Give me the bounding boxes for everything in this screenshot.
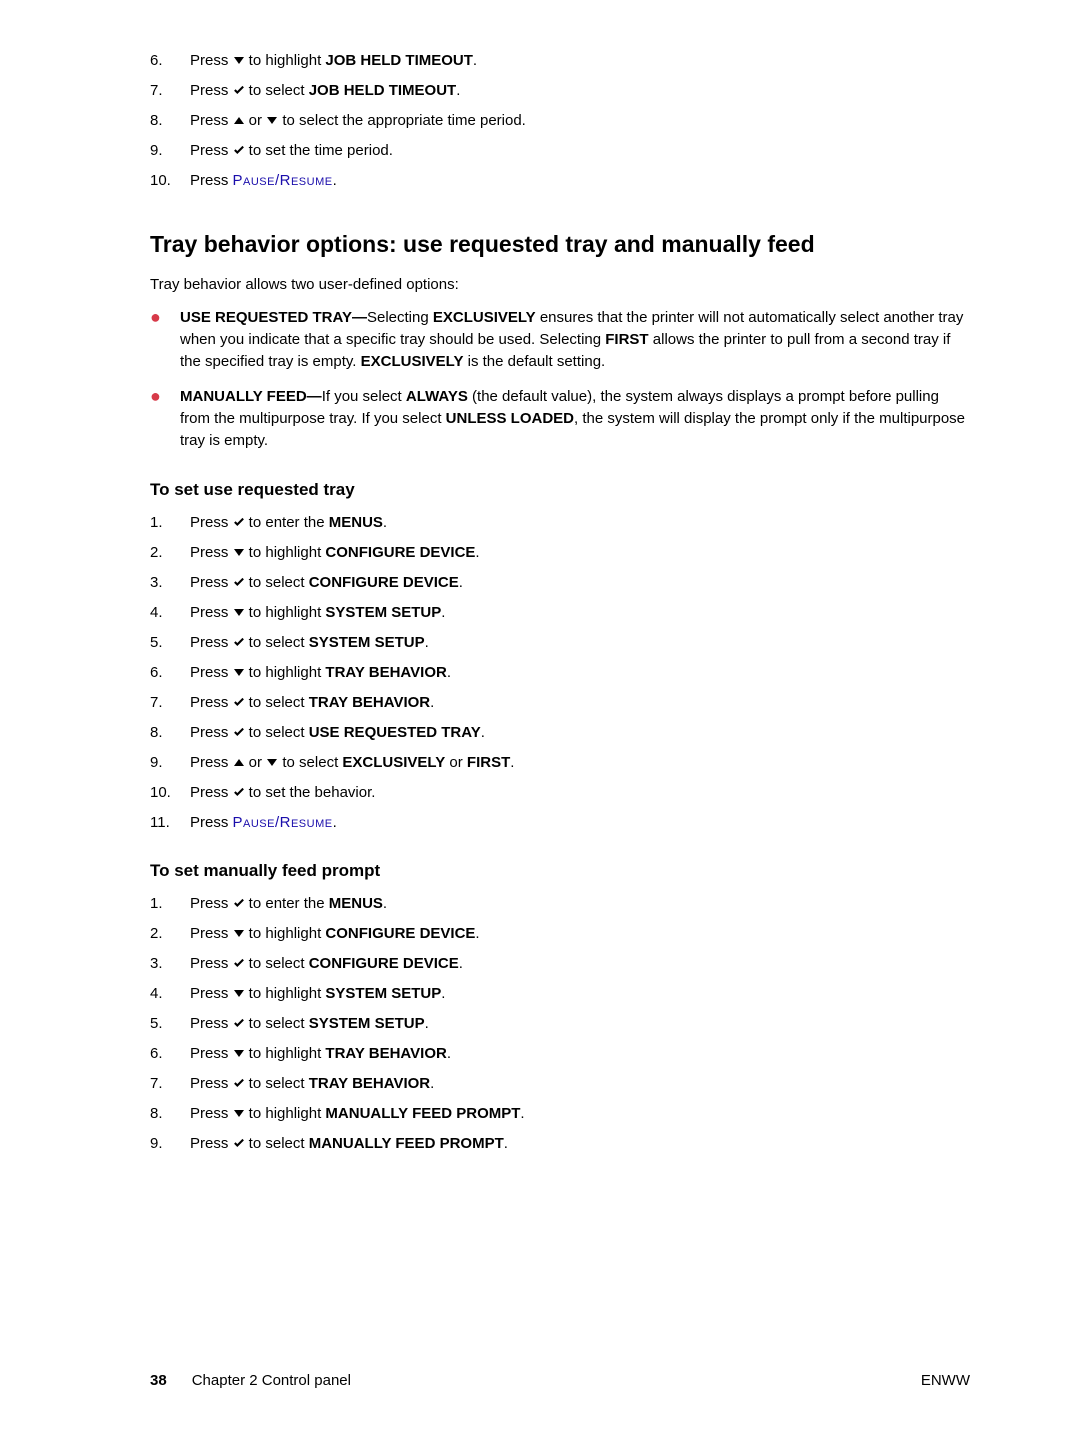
list-item: 5.Press to select SYSTEM SETUP. — [150, 1013, 970, 1034]
page-number: 38 — [150, 1372, 167, 1389]
down-arrow-icon — [266, 115, 278, 125]
section-heading: Tray behavior options: use requested tra… — [150, 231, 970, 258]
check-icon — [233, 958, 245, 968]
chapter-label: Chapter 2 Control panel — [192, 1372, 351, 1389]
check-icon — [233, 85, 245, 95]
check-icon — [233, 145, 245, 155]
check-icon — [233, 1078, 245, 1088]
check-icon — [233, 1138, 245, 1148]
list-item: 4.Press to highlight SYSTEM SETUP. — [150, 602, 970, 623]
check-icon — [233, 1018, 245, 1028]
list-item: 3.Press to select CONFIGURE DEVICE. — [150, 572, 970, 593]
up-arrow-icon — [233, 757, 245, 767]
page-footer: 38 Chapter 2 Control panel ENWW — [150, 1372, 970, 1389]
down-arrow-icon — [233, 1048, 245, 1058]
list-item: 9.Press to select MANUALLY FEED PROMPT. — [150, 1133, 970, 1154]
list-item: 7.Press to select TRAY BEHAVIOR. — [150, 1073, 970, 1094]
list-item: 10.Press Pause/Resume. — [150, 170, 970, 191]
bullet-list: ●USE REQUESTED TRAY—Selecting EXCLUSIVEL… — [150, 307, 970, 452]
list-item: 9.Press or to select EXCLUSIVELY or FIRS… — [150, 752, 970, 773]
subsection-heading-2: To set manually feed prompt — [150, 861, 970, 881]
list-item: 6.Press to highlight JOB HELD TIMEOUT. — [150, 50, 970, 71]
list-item: 8.Press to highlight MANUALLY FEED PROMP… — [150, 1103, 970, 1124]
bullet-icon: ● — [150, 386, 162, 451]
top-ordered-list: 6.Press to highlight JOB HELD TIMEOUT. 7.… — [150, 50, 970, 191]
list-item: 6.Press to highlight TRAY BEHAVIOR. — [150, 662, 970, 683]
down-arrow-icon — [266, 757, 278, 767]
pause-resume-link[interactable]: Pause/Resume — [233, 172, 333, 189]
subsection-heading-1: To set use requested tray — [150, 480, 970, 500]
list-item: 7.Press to select JOB HELD TIMEOUT. — [150, 80, 970, 101]
down-arrow-icon — [233, 607, 245, 617]
list-item: 11.Press Pause/Resume. — [150, 812, 970, 833]
check-icon — [233, 697, 245, 707]
pause-resume-link[interactable]: Pause/Resume — [233, 814, 333, 831]
list-item: 2.Press to highlight CONFIGURE DEVICE. — [150, 923, 970, 944]
list-item: 8.Press to select USE REQUESTED TRAY. — [150, 722, 970, 743]
down-arrow-icon — [233, 988, 245, 998]
down-arrow-icon — [233, 928, 245, 938]
list-item: 4.Press to highlight SYSTEM SETUP. — [150, 983, 970, 1004]
list-item: 9.Press to set the time period. — [150, 140, 970, 161]
list-item: 10.Press to set the behavior. — [150, 782, 970, 803]
down-arrow-icon — [233, 1108, 245, 1118]
list-item: 2.Press to highlight CONFIGURE DEVICE. — [150, 542, 970, 563]
list-item: 1.Press to enter the MENUS. — [150, 893, 970, 914]
up-arrow-icon — [233, 115, 245, 125]
list-item: 7.Press to select TRAY BEHAVIOR. — [150, 692, 970, 713]
check-icon — [233, 637, 245, 647]
footer-right: ENWW — [921, 1372, 970, 1389]
check-icon — [233, 577, 245, 587]
list-item: 1.Press to enter the MENUS. — [150, 512, 970, 533]
bullet-item: ●USE REQUESTED TRAY—Selecting EXCLUSIVEL… — [150, 307, 970, 372]
list-item: 6.Press to highlight TRAY BEHAVIOR. — [150, 1043, 970, 1064]
procedure-list-1: 1.Press to enter the MENUS. 2.Press to hi… — [150, 512, 970, 833]
check-icon — [233, 787, 245, 797]
procedure-list-2: 1.Press to enter the MENUS. 2.Press to hi… — [150, 893, 970, 1154]
check-icon — [233, 898, 245, 908]
list-item: 5.Press to select SYSTEM SETUP. — [150, 632, 970, 653]
check-icon — [233, 727, 245, 737]
list-item: 3.Press to select CONFIGURE DEVICE. — [150, 953, 970, 974]
down-arrow-icon — [233, 547, 245, 557]
check-icon — [233, 517, 245, 527]
bullet-icon: ● — [150, 307, 162, 372]
intro-paragraph: Tray behavior allows two user-defined op… — [150, 276, 970, 293]
down-arrow-icon — [233, 667, 245, 677]
down-arrow-icon — [233, 55, 245, 65]
list-item: 8.Press or to select the appropriate tim… — [150, 110, 970, 131]
bullet-item: ●MANUALLY FEED—If you select ALWAYS (the… — [150, 386, 970, 451]
